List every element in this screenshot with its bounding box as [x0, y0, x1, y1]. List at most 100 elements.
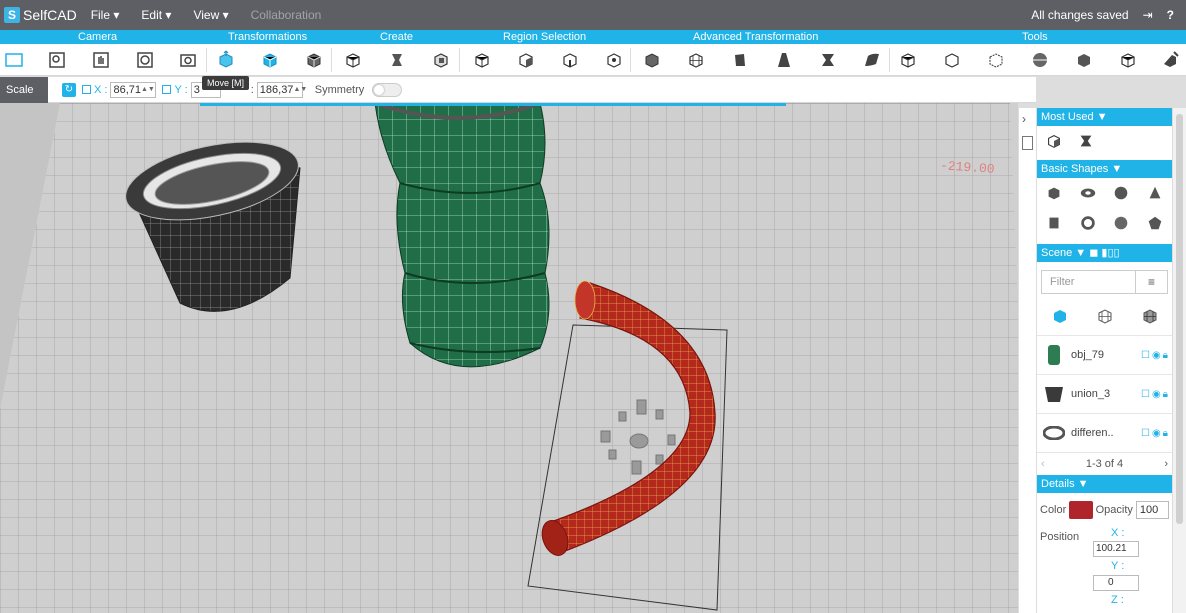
- polyhedron-icon[interactable]: [1144, 212, 1166, 234]
- category-region-selection[interactable]: Region Selection: [503, 30, 586, 44]
- z-input[interactable]: 186,37 ▲▼: [256, 81, 307, 98]
- scrollbar-thumb[interactable]: [1176, 114, 1183, 524]
- category-transformations[interactable]: Transformations: [228, 30, 307, 44]
- group-icon[interactable]: [896, 48, 920, 72]
- x-input[interactable]: 86,71 ▲▼: [110, 81, 157, 98]
- lock-icon[interactable]: 🔒︎: [1163, 350, 1168, 361]
- scale-tool-icon[interactable]: [258, 48, 282, 72]
- select-checkbox[interactable]: ☐: [1141, 389, 1150, 400]
- app-logo[interactable]: S SelfCAD: [4, 7, 77, 23]
- geosphere-icon[interactable]: [1111, 212, 1133, 234]
- details-header[interactable]: Details ▼: [1037, 475, 1172, 493]
- select-vertex-icon[interactable]: [602, 48, 626, 72]
- repair-icon[interactable]: [1072, 48, 1096, 72]
- rotate-camera-icon[interactable]: [133, 48, 157, 72]
- shape-builder-icon[interactable]: [429, 48, 453, 72]
- sphere-tool-icon[interactable]: [1028, 48, 1052, 72]
- color-swatch[interactable]: [1069, 501, 1093, 519]
- mesh-view-icon[interactable]: [1140, 306, 1160, 329]
- property-bar: Scale (L) ↻ X : 86,71▲▼ Y : 3 : 186,37▲▼…: [0, 76, 1036, 122]
- select-checkbox[interactable]: ☐: [1141, 350, 1150, 361]
- torus-icon[interactable]: [1077, 182, 1099, 204]
- bend-icon[interactable]: [728, 48, 752, 72]
- rotate-tool-icon[interactable]: [302, 48, 326, 72]
- visibility-eye-icon[interactable]: ◉: [1152, 428, 1161, 439]
- x-lock-checkbox[interactable]: [82, 85, 91, 94]
- lock-icon[interactable]: 🔒︎: [1163, 428, 1168, 439]
- curve-icon[interactable]: [860, 48, 884, 72]
- object-name: union_3: [1071, 388, 1111, 400]
- 3d-viewport[interactable]: [0, 103, 1018, 613]
- select-checkbox[interactable]: ☐: [1141, 428, 1150, 439]
- cone-icon[interactable]: [1144, 182, 1166, 204]
- document-icon[interactable]: [1022, 136, 1033, 150]
- solid-view-icon[interactable]: [1050, 306, 1070, 329]
- scene-header[interactable]: Scene ▼ ◼ ▮▯▯: [1037, 244, 1172, 262]
- wireframe-icon[interactable]: [984, 48, 1008, 72]
- sphere-icon[interactable]: [1111, 182, 1133, 204]
- extrude-icon[interactable]: [385, 48, 409, 72]
- scene-canvas[interactable]: [0, 103, 1018, 613]
- opacity-label: Opacity: [1095, 504, 1133, 516]
- reset-icon[interactable]: ↻: [62, 82, 76, 97]
- menu-edit[interactable]: Edit ▾: [141, 8, 171, 22]
- most-used-header[interactable]: Most Used ▼: [1037, 108, 1172, 126]
- pos-y-input[interactable]: 0: [1093, 575, 1139, 591]
- menu-collaboration[interactable]: Collaboration: [251, 8, 322, 22]
- pan-icon[interactable]: [89, 48, 113, 72]
- object-name: obj_79: [1071, 349, 1105, 361]
- category-create[interactable]: Create: [380, 30, 413, 44]
- scene-view-toggle-icon[interactable]: ◼ ▮▯▯: [1089, 247, 1119, 259]
- cube-icon[interactable]: [1043, 130, 1065, 152]
- chevron-right-icon[interactable]: ›: [1022, 112, 1026, 126]
- symmetry-toggle[interactable]: [372, 82, 403, 97]
- sculpt-icon[interactable]: [1158, 48, 1182, 72]
- move-tool-icon[interactable]: [214, 48, 238, 72]
- basic-shapes-row-1: [1037, 178, 1172, 208]
- subdivide-icon[interactable]: [640, 48, 664, 72]
- cube-shape-icon[interactable]: [341, 48, 365, 72]
- wireframe-view-icon[interactable]: [1095, 306, 1115, 329]
- scene-object-row[interactable]: union_3 ☐ ◉ 🔒︎: [1037, 375, 1172, 414]
- category-camera[interactable]: Camera: [78, 30, 117, 44]
- opacity-input[interactable]: 100: [1135, 501, 1169, 519]
- knot-icon[interactable]: [1077, 212, 1099, 234]
- select-face-icon[interactable]: [514, 48, 538, 72]
- lock-icon[interactable]: 🔒︎: [1163, 389, 1168, 400]
- scene-filter: Filter ≡: [1041, 270, 1168, 294]
- box-icon[interactable]: [1043, 182, 1065, 204]
- prev-page-icon[interactable]: ‹: [1041, 458, 1045, 470]
- next-page-icon[interactable]: ›: [1164, 458, 1168, 470]
- main-menu: File ▾ Edit ▾ View ▾ Collaboration: [91, 8, 322, 22]
- measure-icon[interactable]: [1116, 48, 1140, 72]
- scene-object-row[interactable]: obj_79 ☐ ◉ 🔒︎: [1037, 336, 1172, 375]
- twist-icon[interactable]: [816, 48, 840, 72]
- screenshot-icon[interactable]: [176, 48, 200, 72]
- menu-file[interactable]: File ▾: [91, 8, 120, 22]
- align-icon[interactable]: [940, 48, 964, 72]
- visibility-eye-icon[interactable]: ◉: [1152, 350, 1161, 361]
- y-lock-checkbox[interactable]: [162, 85, 172, 94]
- help-icon[interactable]: ?: [1167, 8, 1174, 22]
- taper-icon[interactable]: [772, 48, 796, 72]
- camera-view-icon[interactable]: [2, 48, 26, 72]
- scene-object-row[interactable]: differen.. ☐ ◉ 🔒︎: [1037, 414, 1172, 453]
- pos-x-input[interactable]: 100.21: [1093, 541, 1139, 557]
- category-advanced-transformation[interactable]: Advanced Transformation: [693, 30, 818, 44]
- top-bar: S SelfCAD File ▾ Edit ▾ View ▾ Collabora…: [0, 0, 1186, 30]
- object-thumbnail: [1043, 381, 1065, 407]
- visibility-eye-icon[interactable]: ◉: [1152, 389, 1161, 400]
- filter-options-icon[interactable]: ≡: [1136, 270, 1168, 294]
- menu-view[interactable]: View ▾: [193, 8, 228, 22]
- select-edge-icon[interactable]: [558, 48, 582, 72]
- mesh-icon[interactable]: [684, 48, 708, 72]
- category-tools[interactable]: Tools: [1022, 30, 1048, 44]
- basic-shapes-header[interactable]: Basic Shapes ▼: [1037, 160, 1172, 178]
- sign-out-icon[interactable]: ⇥: [1143, 8, 1153, 22]
- select-object-icon[interactable]: [470, 48, 494, 72]
- cylinder-icon[interactable]: [1043, 212, 1065, 234]
- zoom-icon[interactable]: [45, 48, 69, 72]
- panel-scrollbar[interactable]: [1172, 108, 1186, 613]
- twist-shape-icon[interactable]: [1075, 130, 1097, 152]
- filter-input[interactable]: Filter: [1041, 270, 1136, 294]
